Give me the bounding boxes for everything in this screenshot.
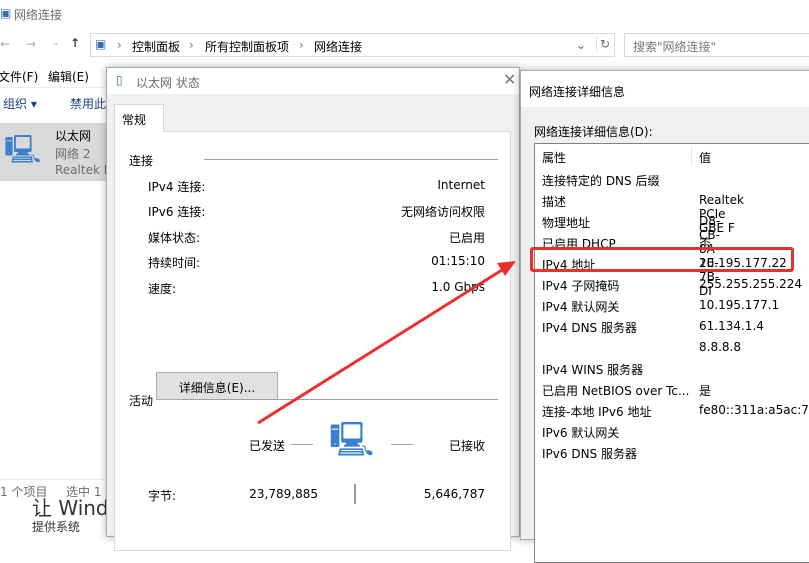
annotation-arrow <box>257 261 516 425</box>
tab-general[interactable]: 常规 <box>114 104 164 132</box>
